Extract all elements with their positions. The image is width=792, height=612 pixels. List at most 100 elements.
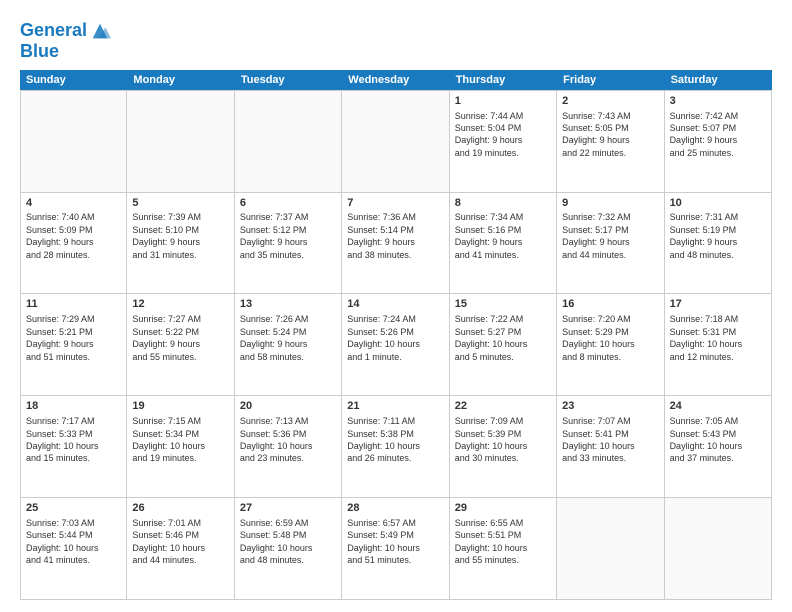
calendar-header: SundayMondayTuesdayWednesdayThursdayFrid… bbox=[20, 70, 772, 90]
day-info: Sunrise: 7:11 AMSunset: 5:38 PMDaylight:… bbox=[347, 415, 443, 465]
cal-cell bbox=[235, 91, 342, 192]
week-row-5: 25Sunrise: 7:03 AMSunset: 5:44 PMDayligh… bbox=[20, 498, 772, 600]
cal-cell: 9Sunrise: 7:32 AMSunset: 5:17 PMDaylight… bbox=[557, 193, 664, 294]
cal-cell: 8Sunrise: 7:34 AMSunset: 5:16 PMDaylight… bbox=[450, 193, 557, 294]
day-info: Sunrise: 7:01 AMSunset: 5:46 PMDaylight:… bbox=[132, 517, 228, 567]
calendar: SundayMondayTuesdayWednesdayThursdayFrid… bbox=[20, 70, 772, 600]
day-info: Sunrise: 7:07 AMSunset: 5:41 PMDaylight:… bbox=[562, 415, 658, 465]
header-day-saturday: Saturday bbox=[665, 70, 772, 90]
day-number: 27 bbox=[240, 501, 336, 516]
header-day-thursday: Thursday bbox=[450, 70, 557, 90]
day-number: 20 bbox=[240, 399, 336, 414]
cal-cell: 27Sunrise: 6:59 AMSunset: 5:48 PMDayligh… bbox=[235, 498, 342, 599]
day-number: 9 bbox=[562, 196, 658, 211]
cal-cell: 29Sunrise: 6:55 AMSunset: 5:51 PMDayligh… bbox=[450, 498, 557, 599]
header-day-sunday: Sunday bbox=[20, 70, 127, 90]
day-number: 8 bbox=[455, 196, 551, 211]
day-number: 18 bbox=[26, 399, 121, 414]
day-number: 2 bbox=[562, 94, 658, 109]
cal-cell: 7Sunrise: 7:36 AMSunset: 5:14 PMDaylight… bbox=[342, 193, 449, 294]
calendar-body: 1Sunrise: 7:44 AMSunset: 5:04 PMDaylight… bbox=[20, 90, 772, 600]
day-info: Sunrise: 6:57 AMSunset: 5:49 PMDaylight:… bbox=[347, 517, 443, 567]
header-day-tuesday: Tuesday bbox=[235, 70, 342, 90]
week-row-1: 1Sunrise: 7:44 AMSunset: 5:04 PMDaylight… bbox=[20, 90, 772, 193]
day-number: 13 bbox=[240, 297, 336, 312]
day-number: 19 bbox=[132, 399, 228, 414]
day-info: Sunrise: 7:09 AMSunset: 5:39 PMDaylight:… bbox=[455, 415, 551, 465]
header-day-friday: Friday bbox=[557, 70, 664, 90]
day-number: 29 bbox=[455, 501, 551, 516]
header: General Blue bbox=[20, 16, 772, 62]
logo: General Blue bbox=[20, 20, 111, 62]
week-row-2: 4Sunrise: 7:40 AMSunset: 5:09 PMDaylight… bbox=[20, 193, 772, 295]
day-number: 28 bbox=[347, 501, 443, 516]
day-number: 23 bbox=[562, 399, 658, 414]
logo-icon bbox=[89, 20, 111, 42]
cal-cell bbox=[127, 91, 234, 192]
day-info: Sunrise: 7:20 AMSunset: 5:29 PMDaylight:… bbox=[562, 313, 658, 363]
day-info: Sunrise: 7:26 AMSunset: 5:24 PMDaylight:… bbox=[240, 313, 336, 363]
logo-text-line1: General bbox=[20, 21, 87, 41]
cal-cell: 20Sunrise: 7:13 AMSunset: 5:36 PMDayligh… bbox=[235, 396, 342, 497]
day-number: 14 bbox=[347, 297, 443, 312]
day-number: 17 bbox=[670, 297, 766, 312]
day-info: Sunrise: 7:13 AMSunset: 5:36 PMDaylight:… bbox=[240, 415, 336, 465]
day-number: 12 bbox=[132, 297, 228, 312]
header-day-monday: Monday bbox=[127, 70, 234, 90]
cal-cell: 6Sunrise: 7:37 AMSunset: 5:12 PMDaylight… bbox=[235, 193, 342, 294]
day-number: 5 bbox=[132, 196, 228, 211]
cal-cell: 22Sunrise: 7:09 AMSunset: 5:39 PMDayligh… bbox=[450, 396, 557, 497]
cal-cell: 25Sunrise: 7:03 AMSunset: 5:44 PMDayligh… bbox=[20, 498, 127, 599]
cal-cell bbox=[665, 498, 772, 599]
cal-cell: 5Sunrise: 7:39 AMSunset: 5:10 PMDaylight… bbox=[127, 193, 234, 294]
cal-cell: 24Sunrise: 7:05 AMSunset: 5:43 PMDayligh… bbox=[665, 396, 772, 497]
cal-cell: 19Sunrise: 7:15 AMSunset: 5:34 PMDayligh… bbox=[127, 396, 234, 497]
day-info: Sunrise: 7:27 AMSunset: 5:22 PMDaylight:… bbox=[132, 313, 228, 363]
cal-cell: 2Sunrise: 7:43 AMSunset: 5:05 PMDaylight… bbox=[557, 91, 664, 192]
cal-cell: 13Sunrise: 7:26 AMSunset: 5:24 PMDayligh… bbox=[235, 294, 342, 395]
cal-cell: 28Sunrise: 6:57 AMSunset: 5:49 PMDayligh… bbox=[342, 498, 449, 599]
day-number: 10 bbox=[670, 196, 766, 211]
cal-cell: 11Sunrise: 7:29 AMSunset: 5:21 PMDayligh… bbox=[20, 294, 127, 395]
day-info: Sunrise: 7:42 AMSunset: 5:07 PMDaylight:… bbox=[670, 110, 766, 160]
day-info: Sunrise: 7:03 AMSunset: 5:44 PMDaylight:… bbox=[26, 517, 121, 567]
day-info: Sunrise: 7:05 AMSunset: 5:43 PMDaylight:… bbox=[670, 415, 766, 465]
cal-cell: 12Sunrise: 7:27 AMSunset: 5:22 PMDayligh… bbox=[127, 294, 234, 395]
day-number: 25 bbox=[26, 501, 121, 516]
cal-cell: 10Sunrise: 7:31 AMSunset: 5:19 PMDayligh… bbox=[665, 193, 772, 294]
cal-cell: 1Sunrise: 7:44 AMSunset: 5:04 PMDaylight… bbox=[450, 91, 557, 192]
day-info: Sunrise: 7:32 AMSunset: 5:17 PMDaylight:… bbox=[562, 211, 658, 261]
day-info: Sunrise: 7:43 AMSunset: 5:05 PMDaylight:… bbox=[562, 110, 658, 160]
cal-cell: 18Sunrise: 7:17 AMSunset: 5:33 PMDayligh… bbox=[20, 396, 127, 497]
day-number: 26 bbox=[132, 501, 228, 516]
logo-text-line2: Blue bbox=[20, 42, 111, 62]
day-number: 7 bbox=[347, 196, 443, 211]
day-info: Sunrise: 7:22 AMSunset: 5:27 PMDaylight:… bbox=[455, 313, 551, 363]
cal-cell: 4Sunrise: 7:40 AMSunset: 5:09 PMDaylight… bbox=[20, 193, 127, 294]
cal-cell: 26Sunrise: 7:01 AMSunset: 5:46 PMDayligh… bbox=[127, 498, 234, 599]
day-number: 6 bbox=[240, 196, 336, 211]
day-number: 1 bbox=[455, 94, 551, 109]
day-number: 4 bbox=[26, 196, 121, 211]
cal-cell: 3Sunrise: 7:42 AMSunset: 5:07 PMDaylight… bbox=[665, 91, 772, 192]
day-info: Sunrise: 7:39 AMSunset: 5:10 PMDaylight:… bbox=[132, 211, 228, 261]
day-number: 11 bbox=[26, 297, 121, 312]
day-number: 3 bbox=[670, 94, 766, 109]
cal-cell bbox=[342, 91, 449, 192]
day-info: Sunrise: 7:34 AMSunset: 5:16 PMDaylight:… bbox=[455, 211, 551, 261]
cal-cell: 17Sunrise: 7:18 AMSunset: 5:31 PMDayligh… bbox=[665, 294, 772, 395]
day-number: 24 bbox=[670, 399, 766, 414]
day-info: Sunrise: 7:18 AMSunset: 5:31 PMDaylight:… bbox=[670, 313, 766, 363]
day-number: 21 bbox=[347, 399, 443, 414]
cal-cell: 23Sunrise: 7:07 AMSunset: 5:41 PMDayligh… bbox=[557, 396, 664, 497]
page: General Blue SundayMondayTuesdayWednesda… bbox=[0, 0, 792, 612]
day-info: Sunrise: 7:44 AMSunset: 5:04 PMDaylight:… bbox=[455, 110, 551, 160]
header-day-wednesday: Wednesday bbox=[342, 70, 449, 90]
cal-cell bbox=[20, 91, 127, 192]
cal-cell: 21Sunrise: 7:11 AMSunset: 5:38 PMDayligh… bbox=[342, 396, 449, 497]
day-info: Sunrise: 7:24 AMSunset: 5:26 PMDaylight:… bbox=[347, 313, 443, 363]
day-number: 16 bbox=[562, 297, 658, 312]
cal-cell: 14Sunrise: 7:24 AMSunset: 5:26 PMDayligh… bbox=[342, 294, 449, 395]
day-number: 15 bbox=[455, 297, 551, 312]
day-info: Sunrise: 6:55 AMSunset: 5:51 PMDaylight:… bbox=[455, 517, 551, 567]
